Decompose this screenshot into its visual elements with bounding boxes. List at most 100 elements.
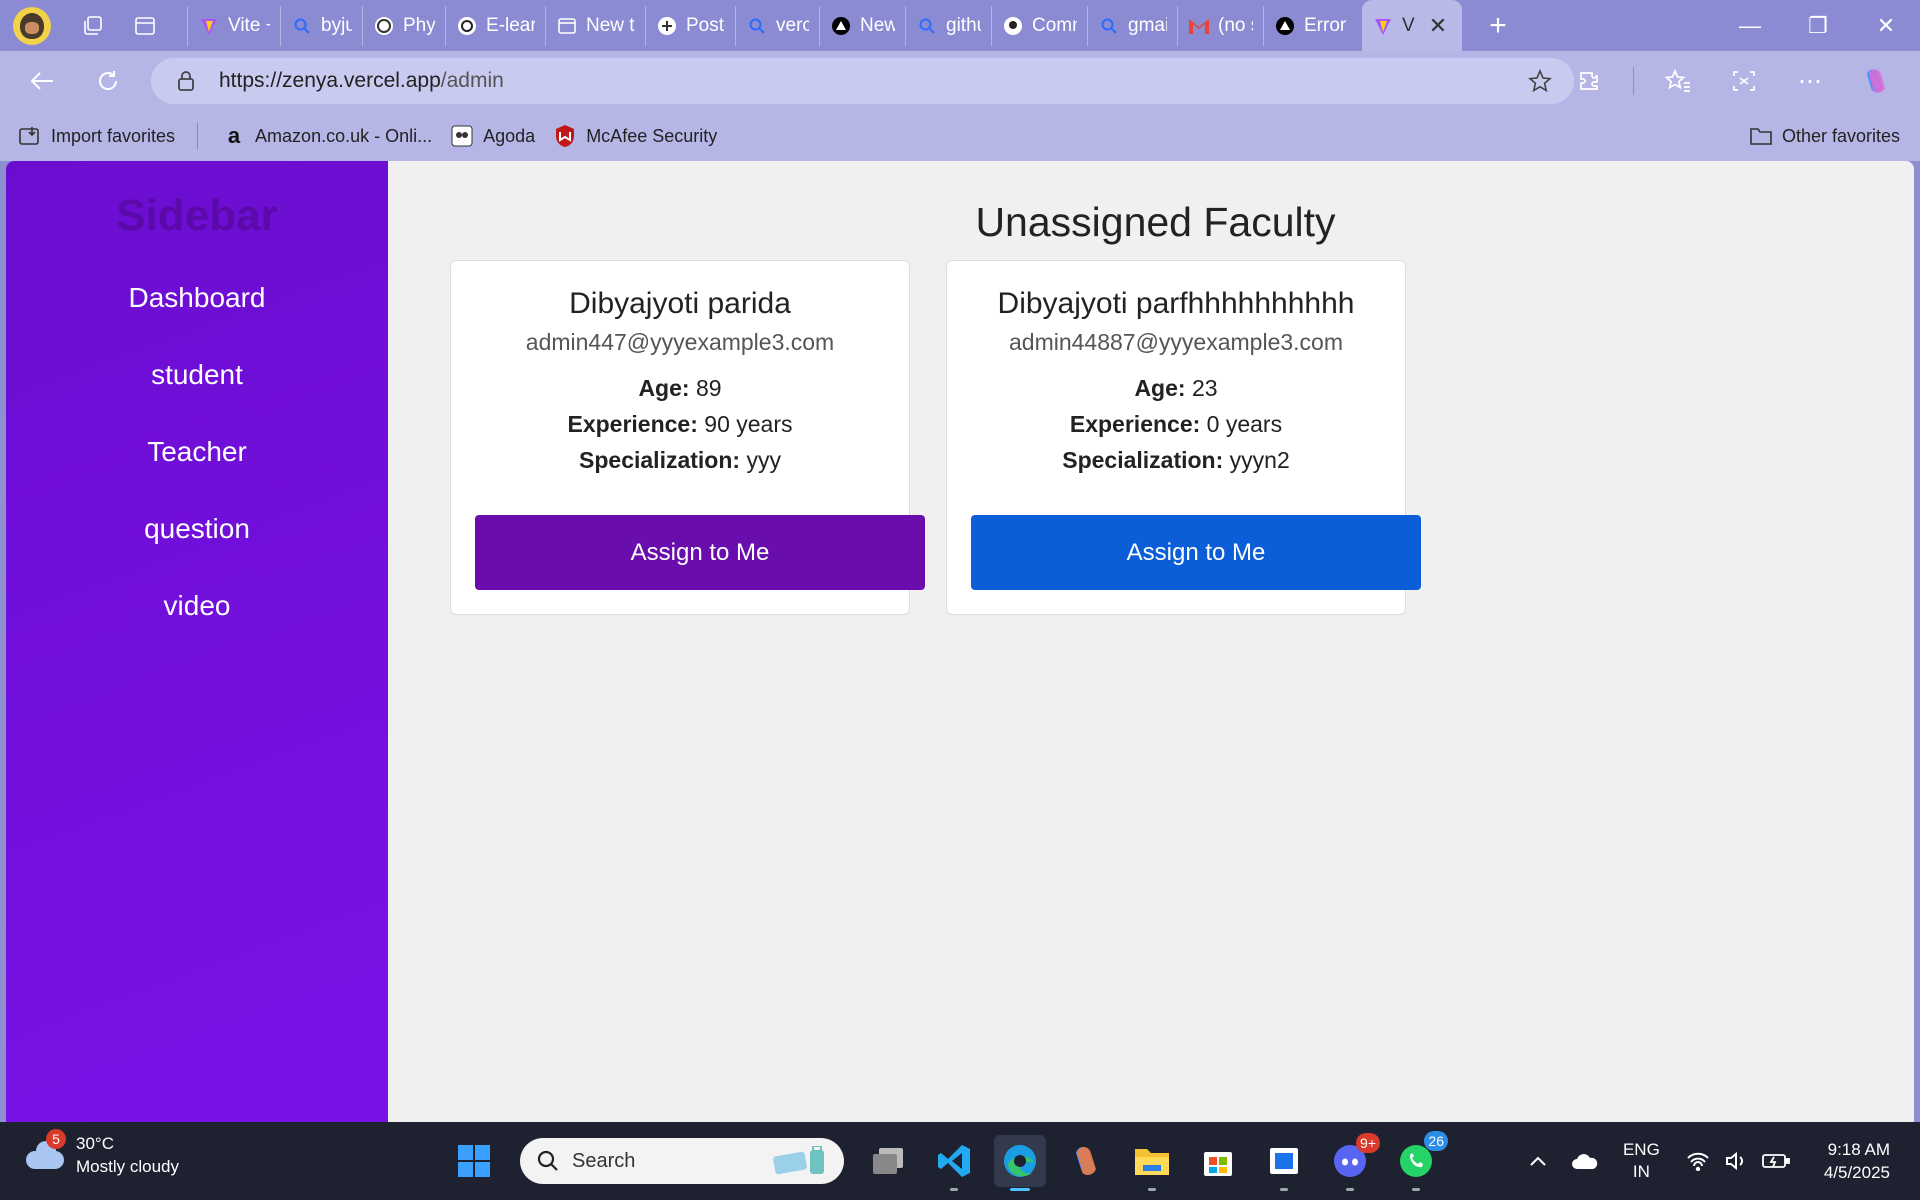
refresh-button[interactable] [86,59,130,103]
weather-widget[interactable]: 5 30°C Mostly cloudy [24,1129,179,1178]
tab[interactable]: Error [1263,5,1362,46]
favorite-agoda[interactable]: Agoda [450,124,535,148]
sidebar-item-video[interactable]: video [6,567,388,644]
copilot-icon[interactable] [1854,59,1898,103]
start-button[interactable] [448,1135,500,1187]
battery-icon[interactable] [1761,1153,1790,1169]
favorite-star-icon[interactable] [1528,68,1552,98]
task-view-button[interactable] [862,1135,914,1187]
minimize-icon[interactable]: — [1716,0,1784,51]
search-icon [291,15,313,37]
discord-badge: 9+ [1356,1133,1380,1153]
amazon-icon: a [227,123,241,148]
tab-active[interactable]: V ✕ [1362,0,1462,51]
extensions-icon[interactable] [1567,59,1611,103]
faculty-specialization: Specialization: yyyn2 [1062,447,1290,473]
postgres-icon [656,15,678,37]
tab[interactable]: githul [905,5,991,46]
github-icon [1002,15,1024,37]
search-icon [916,15,938,37]
address-row: https://zenya.vercel.app/admin ⋯ [0,51,1920,111]
agoda-icon [450,124,474,148]
file-explorer-app[interactable] [1126,1135,1178,1191]
onedrive-icon[interactable] [1571,1152,1599,1170]
close-tab-icon[interactable]: ✕ [1429,13,1447,39]
profile-avatar[interactable] [13,6,51,45]
weather-badge: 5 [46,1129,66,1149]
faculty-age: Age: 89 [638,375,722,401]
import-icon [18,124,42,148]
favorite-mcafee[interactable]: McAfee Security [553,124,717,148]
vscode-icon [938,1145,970,1177]
tab[interactable]: gmail [1087,5,1177,46]
tab[interactable]: Comn [991,5,1087,46]
tab[interactable]: E-lear [445,5,545,46]
vercel-icon [830,15,852,37]
workspaces-icon[interactable] [73,6,113,46]
notes-app[interactable] [1258,1135,1310,1191]
tab[interactable]: Vite + [187,5,280,46]
tab[interactable]: Physic [362,5,445,46]
sidebar-item-teacher[interactable]: Teacher [6,413,388,490]
volume-icon[interactable] [1724,1151,1748,1171]
back-button[interactable] [20,59,64,103]
back-arrow-icon [30,72,53,90]
tab[interactable]: (no su [1177,5,1263,46]
vertical-tabs-icon[interactable] [125,6,165,46]
tab[interactable]: Postgr [645,5,735,46]
tab[interactable]: New P [819,5,905,46]
taskbar-apps: Search 9+ 26 [448,1122,1456,1200]
edge-app[interactable] [994,1135,1046,1191]
store-app[interactable] [1192,1135,1244,1187]
sidebar-item-dashboard[interactable]: Dashboard [6,259,388,336]
sidebar-item-question[interactable]: question [6,490,388,567]
favorites-icon[interactable] [1656,59,1700,103]
assign-to-me-button[interactable]: Assign to Me [475,515,925,590]
tab[interactable]: byju's [280,5,362,46]
taskbar-search[interactable]: Search [520,1138,844,1184]
sidebar-menu: Dashboard student Teacher question video [6,259,388,644]
browser-toolbar: ⋯ [1567,51,1920,111]
language-indicator[interactable]: ENG IN [1623,1139,1660,1183]
whatsapp-app[interactable]: 26 [1390,1131,1448,1191]
vite-icon [1372,15,1394,37]
copilot-icon [1076,1147,1096,1175]
notes-icon [1270,1148,1298,1174]
wifi-icon[interactable] [1686,1151,1710,1171]
address-bar[interactable]: https://zenya.vercel.app/admin [151,58,1574,104]
tab[interactable]: vercel [735,5,819,46]
lock-icon [177,70,199,92]
faculty-specialization: Specialization: yyy [579,447,781,473]
discord-app[interactable]: 9+ [1324,1133,1380,1191]
tab[interactable]: New t [545,5,645,46]
page-title: Unassigned Faculty [975,199,1336,245]
faculty-experience: Experience: 90 years [567,411,793,437]
main-content: Unassigned Faculty Dibyajyoti parida adm… [388,161,1914,1122]
system-tray: ENG IN 9:18 AM 4/5/2025 [1529,1122,1920,1200]
sidebar-title: Sidebar [116,191,278,240]
screenshot-icon[interactable] [1722,59,1766,103]
wordpress-icon [373,15,395,37]
assign-to-me-button[interactable]: Assign to Me [971,515,1421,590]
faculty-email: admin44887@yyyexample3.com [1008,329,1344,355]
tab-list: Vite + byju's Physic E-lear New t Postgr… [187,0,1462,51]
new-tab-button[interactable]: + [1476,6,1520,46]
system-clock[interactable]: 9:18 AM 4/5/2025 [1824,1138,1890,1184]
chevron-up-icon[interactable] [1529,1155,1547,1167]
mcafee-icon [553,124,577,148]
gmail-icon [1188,15,1210,37]
faculty-name: Dibyajyoti parida [569,287,791,320]
close-window-icon[interactable]: ✕ [1852,0,1920,51]
favorite-import[interactable]: Import favorites [18,124,175,148]
openai-icon [456,15,478,37]
restore-icon[interactable]: ❐ [1784,0,1852,51]
sidebar-item-student[interactable]: student [6,336,388,413]
edge-icon [1004,1145,1036,1177]
faculty-card: Dibyajyoti parfhhhhhhhhhh admin44887@yyy… [946,260,1421,615]
other-favorites[interactable]: Other favorites [1749,111,1900,161]
browser-tab-strip: Vite + byju's Physic E-lear New t Postgr… [0,0,1920,51]
vscode-app[interactable] [928,1135,980,1191]
favorite-amazon[interactable]: a Amazon.co.uk - Onli... [222,123,432,148]
copilot-app[interactable] [1060,1135,1112,1187]
more-options-icon[interactable]: ⋯ [1788,59,1832,103]
